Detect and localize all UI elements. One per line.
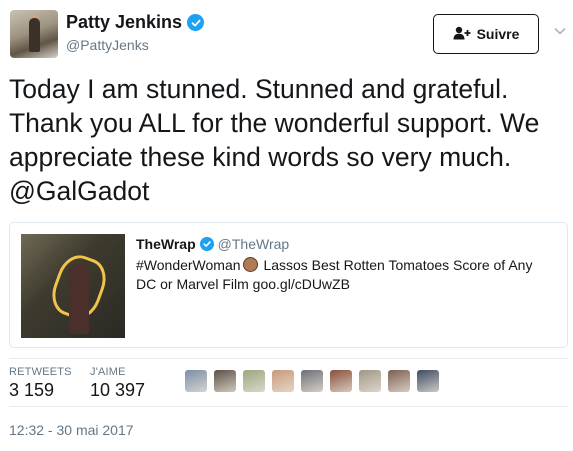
divider-top xyxy=(9,358,568,359)
likes-count[interactable]: 10 397 xyxy=(90,380,145,401)
author-name-row[interactable]: Patty Jenkins xyxy=(66,12,205,33)
follow-user-icon xyxy=(453,26,471,43)
divider-bottom xyxy=(9,406,568,407)
chevron-down-icon[interactable] xyxy=(553,24,567,38)
author-handle[interactable]: @PattyJenks xyxy=(66,37,149,53)
likers-avatars xyxy=(185,370,439,392)
follow-button-label: Suivre xyxy=(476,26,520,42)
card-body: TheWrap @TheWrap #WonderWoman Lassos Bes… xyxy=(136,236,556,294)
tweet-text: Today I am stunned. Stunned and grateful… xyxy=(9,74,540,206)
card-author-name[interactable]: TheWrap xyxy=(136,236,196,252)
liker-avatar[interactable] xyxy=(301,370,323,392)
liker-avatar[interactable] xyxy=(417,370,439,392)
liker-avatar[interactable] xyxy=(330,370,352,392)
liker-avatar[interactable] xyxy=(388,370,410,392)
liker-avatar[interactable] xyxy=(185,370,207,392)
follow-button[interactable]: Suivre xyxy=(433,14,539,54)
cowboy-emoji-icon xyxy=(242,257,258,272)
card-title-row: TheWrap @TheWrap xyxy=(136,236,556,252)
author-avatar[interactable] xyxy=(10,10,58,58)
liker-avatar[interactable] xyxy=(359,370,381,392)
card-verified-badge-icon xyxy=(199,237,214,251)
quoted-tweet-card[interactable]: TheWrap @TheWrap #WonderWoman Lassos Bes… xyxy=(9,222,568,348)
retweets-count[interactable]: 3 159 xyxy=(9,380,54,401)
liker-avatar[interactable] xyxy=(272,370,294,392)
card-text: #WonderWoman Lassos Best Rotten Tomatoes… xyxy=(136,256,556,294)
timestamp[interactable]: 12:32 - 30 mai 2017 xyxy=(9,422,134,438)
author-name[interactable]: Patty Jenkins xyxy=(66,12,182,33)
likes-label[interactable]: J'AIME xyxy=(90,366,126,378)
verified-badge-icon xyxy=(187,14,205,31)
liker-avatar[interactable] xyxy=(243,370,265,392)
retweets-label[interactable]: RETWEETS xyxy=(9,366,72,378)
liker-avatar[interactable] xyxy=(214,370,236,392)
card-hashtag[interactable]: #WonderWoman xyxy=(136,257,241,273)
card-author-handle[interactable]: @TheWrap xyxy=(218,236,290,252)
card-thumbnail[interactable] xyxy=(21,234,125,338)
